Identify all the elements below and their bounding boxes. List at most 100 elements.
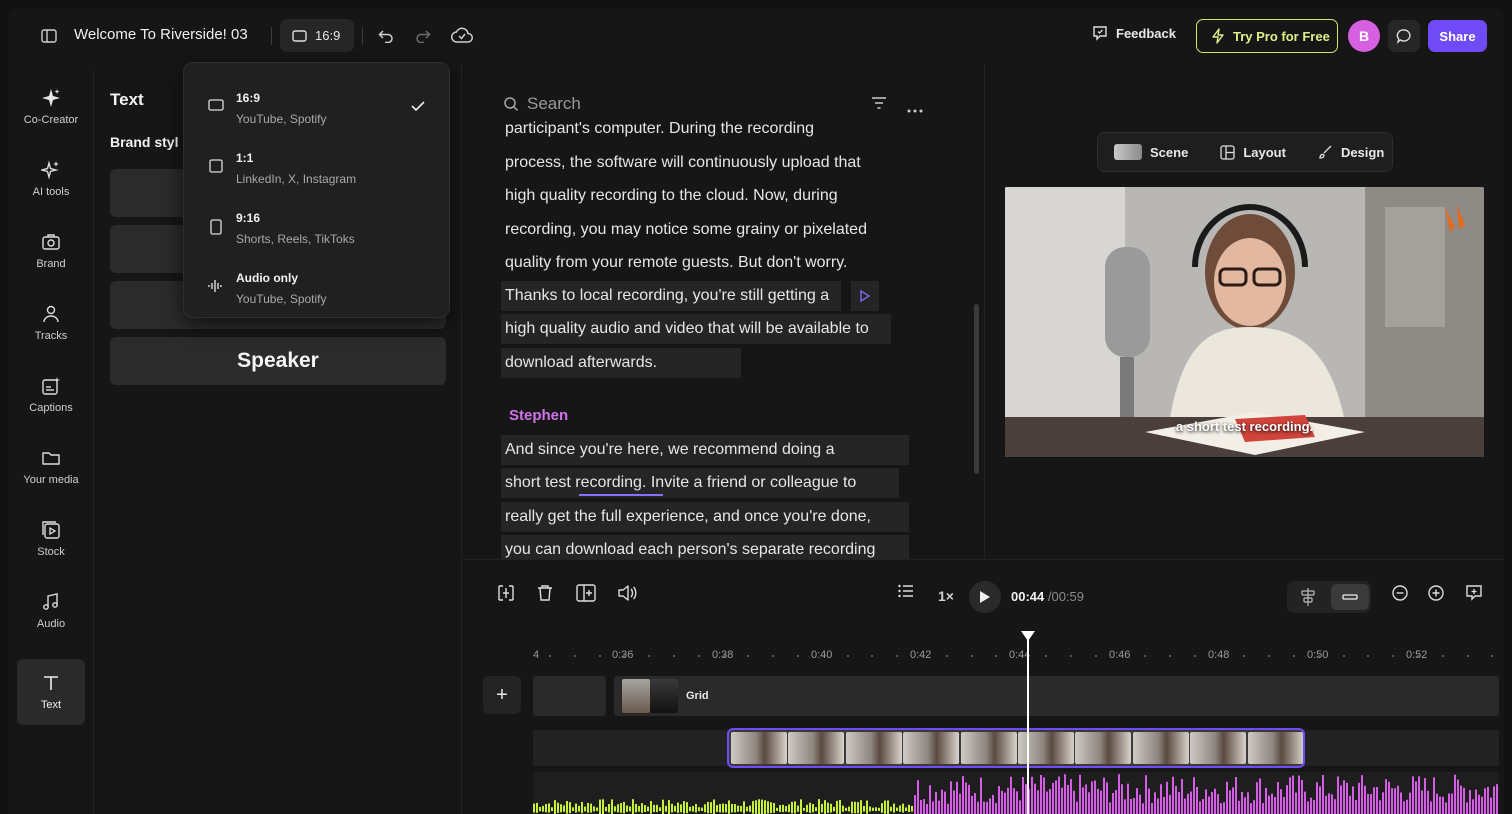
chapters-list-icon[interactable] <box>898 584 914 598</box>
fit-view-icon[interactable] <box>1300 588 1316 606</box>
waveform-bar <box>653 804 655 813</box>
transcript-line[interactable]: quality from your remote guests. But don… <box>501 248 851 278</box>
waveform-bar <box>1217 794 1219 814</box>
avatar[interactable]: B <box>1348 20 1380 52</box>
filter-icon[interactable] <box>871 96 887 115</box>
comments-button[interactable] <box>1388 20 1420 52</box>
compact-view-button[interactable] <box>1331 584 1369 610</box>
sidebar-item-text[interactable]: Text <box>17 659 85 725</box>
playhead[interactable] <box>1027 635 1029 814</box>
grid-track[interactable]: Grid <box>614 676 1499 716</box>
speaker-label[interactable]: Stephen <box>509 407 568 424</box>
more-options-icon[interactable] <box>907 100 923 118</box>
ruler-dot <box>722 655 725 657</box>
speaker-text-button[interactable]: Speaker <box>110 337 446 385</box>
undo-icon[interactable] <box>377 27 395 45</box>
zoom-in-icon[interactable] <box>1427 584 1445 602</box>
add-track-button[interactable]: + <box>483 676 521 714</box>
waveform-bar <box>1355 800 1357 814</box>
waveform-bar <box>1487 786 1489 814</box>
aspect-ratio-button[interactable]: 16:9 <box>280 19 354 52</box>
scene-button[interactable]: Scene <box>1098 133 1204 171</box>
waveform-bar <box>1157 798 1159 814</box>
add-clip-icon[interactable] <box>576 584 596 602</box>
waveform-bar <box>1205 789 1207 814</box>
transcript-line[interactable]: high quality recording to the cloud. Now… <box>501 181 842 211</box>
sidebar-item-co-creator[interactable]: Co-Creator <box>17 74 85 140</box>
try-pro-button[interactable]: Try Pro for Free <box>1196 19 1338 53</box>
sidebar-item-stock[interactable]: Stock <box>17 506 85 572</box>
waveform-bar <box>1154 792 1156 814</box>
waveform-bar <box>965 782 967 814</box>
layout-button[interactable]: Layout <box>1204 133 1302 171</box>
menu-item-16-9[interactable]: 16:9 YouTube, Spotify <box>184 71 449 131</box>
transcript-line[interactable]: And since you're here, we recommend doin… <box>501 435 909 465</box>
waveform-bar <box>1136 788 1138 814</box>
transcript-line[interactable]: process, the software will continuously … <box>501 148 865 178</box>
waveform-bar <box>1379 800 1381 814</box>
share-button[interactable]: Share <box>1428 20 1487 52</box>
transcript-line[interactable]: really get the full experience, and once… <box>501 502 909 532</box>
waveform-bar <box>1490 797 1492 814</box>
playhead-handle[interactable] <box>1021 631 1035 641</box>
waveform-bar <box>587 802 589 813</box>
sidebar-item-label: Stock <box>37 546 65 558</box>
play-button[interactable] <box>969 581 1001 613</box>
waveform-bar <box>1358 782 1360 814</box>
waveform-bar <box>545 804 547 813</box>
sidebar-toggle-icon[interactable] <box>40 28 58 44</box>
sidebar-item-ai-tools[interactable]: AI tools <box>17 146 85 212</box>
waveform-bar <box>1451 793 1453 814</box>
transcript-line[interactable]: you can download each person's separate … <box>501 535 909 559</box>
waveform-bar <box>698 807 700 812</box>
panel-title: Text <box>110 90 144 109</box>
feedback-button[interactable]: Feedback <box>1092 25 1176 41</box>
volume-icon[interactable] <box>617 584 637 602</box>
zoom-out-icon[interactable] <box>1391 584 1409 602</box>
cloud-sync-icon[interactable] <box>451 25 473 45</box>
waveform-bar <box>1316 782 1318 814</box>
transcript-line[interactable]: Thanks to local recording, you're still … <box>501 281 841 311</box>
waveform-bar <box>989 798 991 814</box>
transcript-line[interactable]: download afterwards. <box>501 348 741 378</box>
waveform-bar <box>1370 793 1372 814</box>
waveform-bar <box>1199 801 1201 814</box>
waveform-bar <box>1007 787 1009 814</box>
waveform-bar <box>959 793 961 814</box>
menu-item-audio-only[interactable]: Audio only YouTube, Spotify <box>184 251 449 311</box>
transcript-line[interactable]: short test recording. Invite a friend or… <box>501 468 899 498</box>
selected-video-clip[interactable] <box>727 728 1305 768</box>
video-preview[interactable]: a short test recording. <box>1005 187 1484 457</box>
waveform-bar <box>611 799 613 814</box>
menu-item-sub: LinkedIn, X, Instagram <box>236 172 357 186</box>
sidebar-item-captions[interactable]: Captions <box>17 362 85 428</box>
split-icon[interactable] <box>497 584 515 602</box>
waveform-bar <box>1244 797 1246 814</box>
transcript-line[interactable]: participant's computer. During the recor… <box>501 114 818 144</box>
play-marker-icon[interactable] <box>851 281 879 311</box>
transcript-scrollbar[interactable] <box>974 304 979 474</box>
search-bar[interactable]: Search <box>503 94 581 114</box>
sidebar-item-tracks[interactable]: Tracks <box>17 290 85 356</box>
sidebar-item-brand[interactable]: Brand <box>17 218 85 284</box>
menu-item-1-1[interactable]: 1:1 LinkedIn, X, Instagram <box>184 131 449 191</box>
comment-add-icon[interactable] <box>1465 584 1483 602</box>
waveform-bar <box>1367 793 1369 814</box>
waveform-bar <box>779 805 781 812</box>
track-clip-empty[interactable] <box>533 676 606 716</box>
sidebar-item-your-media[interactable]: Your media <box>17 434 85 500</box>
menu-item-9-16[interactable]: 9:16 Shorts, Reels, TikToks <box>184 191 449 251</box>
waveform-bar <box>797 805 799 812</box>
trash-icon[interactable] <box>537 584 553 602</box>
waveform-bar <box>854 801 856 814</box>
sidebar-item-audio[interactable]: Audio <box>17 578 85 644</box>
menu-item-label: Audio only <box>236 271 298 285</box>
redo-icon[interactable] <box>414 27 432 45</box>
design-button[interactable]: Design <box>1302 133 1400 171</box>
waveform-bar <box>1190 791 1192 814</box>
playback-speed[interactable]: 1× <box>938 588 954 604</box>
waveform-bar <box>1298 775 1300 814</box>
project-title[interactable]: Welcome To Riverside! 03 <box>74 26 248 43</box>
transcript-line[interactable]: recording, you may notice some grainy or… <box>501 215 871 245</box>
transcript-line[interactable]: high quality audio and video that will b… <box>501 314 891 344</box>
